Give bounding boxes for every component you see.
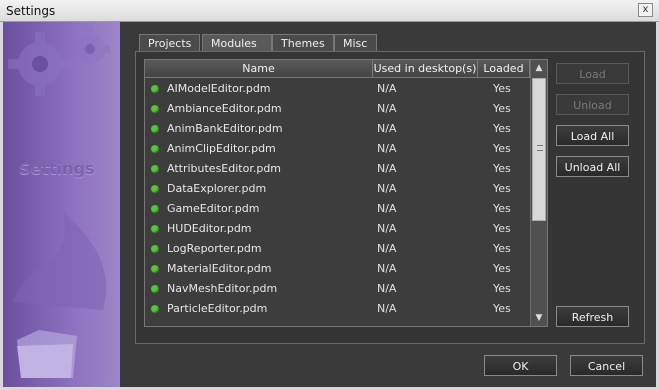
tab-modules[interactable]: Modules (202, 34, 272, 52)
status-dot-icon (151, 105, 159, 113)
module-used: N/A (377, 102, 397, 115)
table-row[interactable]: AttributesEditor.pdm N/A Yes (145, 159, 530, 179)
status-dot-icon (151, 265, 159, 273)
unload-all-button[interactable]: Unload All (556, 156, 629, 177)
module-name: MaterialEditor.pdm (167, 262, 272, 275)
module-used: N/A (377, 82, 397, 95)
column-header-loaded[interactable]: Loaded (478, 60, 530, 78)
status-dot-icon (151, 205, 159, 213)
status-dot-icon (151, 225, 159, 233)
status-dot-icon (151, 285, 159, 293)
table-row[interactable]: DataExplorer.pdm N/A Yes (145, 179, 530, 199)
table-row[interactable]: AnimBankEditor.pdm N/A Yes (145, 119, 530, 139)
folder-icon (17, 330, 77, 378)
table-row[interactable]: AIModelEditor.pdm N/A Yes (145, 79, 530, 99)
module-loaded: Yes (493, 142, 511, 155)
sidebar-label: Settings (19, 159, 95, 178)
tab-projects[interactable]: Projects (139, 34, 200, 52)
column-header-name[interactable]: Name (145, 60, 373, 78)
title-bar: Settings x (0, 0, 659, 22)
unload-button[interactable]: Unload (556, 94, 629, 115)
module-used: N/A (377, 222, 397, 235)
module-used: N/A (377, 242, 397, 255)
module-used: N/A (377, 162, 397, 175)
flame-decoration (13, 212, 107, 310)
table-row[interactable]: ParticleEditor.pdm N/A Yes (145, 299, 530, 319)
module-name: LogReporter.pdm (167, 242, 262, 255)
window-title: Settings (6, 4, 56, 18)
module-used: N/A (377, 142, 397, 155)
table-row[interactable]: NavMeshEditor.pdm N/A Yes (145, 279, 530, 299)
scroll-grip-icon (537, 145, 543, 151)
tab-projects-label: Projects (148, 37, 192, 50)
module-name: HUDEditor.pdm (167, 222, 252, 235)
table-row[interactable]: GameEditor.pdm N/A Yes (145, 199, 530, 219)
module-loaded: Yes (493, 282, 511, 295)
sidebar-banner: Settings (3, 22, 120, 387)
scroll-thumb[interactable] (532, 78, 546, 221)
table-row[interactable]: AnimClipEditor.pdm N/A Yes (145, 139, 530, 159)
tab-misc-label: Misc (343, 37, 368, 50)
table-header: Name Used in desktop(s) Loaded (145, 60, 530, 78)
tab-misc[interactable]: Misc (334, 34, 377, 52)
module-name: AttributesEditor.pdm (167, 162, 282, 175)
module-loaded: Yes (493, 162, 511, 175)
module-loaded: Yes (493, 222, 511, 235)
close-button[interactable]: x (638, 3, 653, 17)
refresh-button[interactable]: Refresh (556, 306, 629, 327)
table-row[interactable]: LogReporter.pdm N/A Yes (145, 239, 530, 259)
tab-themes-label: Themes (281, 37, 325, 50)
module-used: N/A (377, 262, 397, 275)
status-dot-icon (151, 185, 159, 193)
status-dot-icon (151, 85, 159, 93)
load-all-button[interactable]: Load All (556, 125, 629, 146)
module-loaded: Yes (493, 102, 511, 115)
table-row[interactable]: AmbianceEditor.pdm N/A Yes (145, 99, 530, 119)
table-row[interactable]: HUDEditor.pdm N/A Yes (145, 219, 530, 239)
status-dot-icon (151, 165, 159, 173)
scroll-down-icon[interactable]: ▼ (531, 310, 547, 326)
load-button[interactable]: Load (556, 63, 629, 84)
module-name: ParticleEditor.pdm (167, 302, 268, 315)
status-dot-icon (151, 125, 159, 133)
module-used: N/A (377, 202, 397, 215)
module-name: GameEditor.pdm (167, 202, 260, 215)
module-used: N/A (377, 182, 397, 195)
list-scrollbar[interactable]: ▲ ▼ (530, 60, 547, 326)
module-loaded: Yes (493, 242, 511, 255)
scroll-up-icon[interactable]: ▲ (531, 60, 547, 76)
module-name: AnimBankEditor.pdm (167, 122, 283, 135)
module-name: AnimClipEditor.pdm (167, 142, 276, 155)
module-used: N/A (377, 282, 397, 295)
tab-themes[interactable]: Themes (272, 34, 334, 52)
module-name: AmbianceEditor.pdm (167, 102, 282, 115)
column-header-used[interactable]: Used in desktop(s) (373, 60, 478, 78)
module-used: N/A (377, 302, 397, 315)
module-loaded: Yes (493, 122, 511, 135)
module-used: N/A (377, 122, 397, 135)
module-loaded: Yes (493, 182, 511, 195)
table-row[interactable]: MaterialEditor.pdm N/A Yes (145, 259, 530, 279)
status-dot-icon (151, 245, 159, 253)
module-loaded: Yes (493, 202, 511, 215)
status-dot-icon (151, 305, 159, 313)
ok-button[interactable]: OK (484, 355, 557, 376)
module-loaded: Yes (493, 82, 511, 95)
modules-list[interactable]: Name Used in desktop(s) Loaded AIModelEd… (144, 59, 548, 327)
status-dot-icon (151, 145, 159, 153)
tab-modules-label: Modules (211, 37, 257, 50)
module-name: DataExplorer.pdm (167, 182, 267, 195)
cancel-button[interactable]: Cancel (570, 355, 643, 376)
gear-icon (8, 27, 110, 96)
module-loaded: Yes (493, 302, 511, 315)
module-name: AIModelEditor.pdm (167, 82, 271, 95)
module-loaded: Yes (493, 262, 511, 275)
module-name: NavMeshEditor.pdm (167, 282, 278, 295)
